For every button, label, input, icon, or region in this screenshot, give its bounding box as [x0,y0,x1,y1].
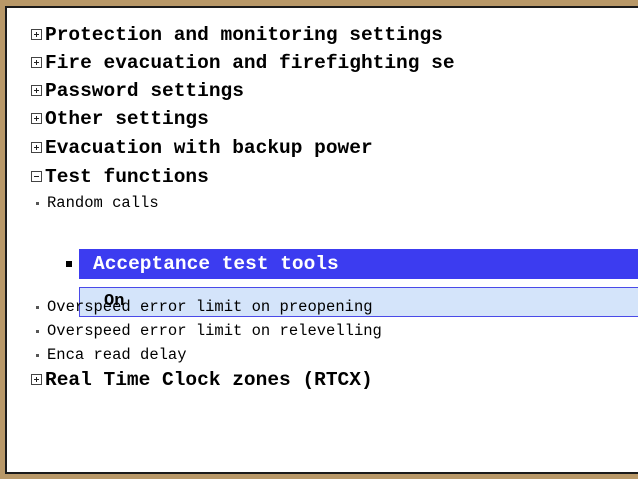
expand-plus-icon[interactable] [31,57,42,68]
tree-group-real-time-clock-zones[interactable]: Real Time Clock zones (RTCX) [7,367,638,393]
expand-plus-icon[interactable] [31,29,42,40]
tree-group-protection-monitoring[interactable]: Protection and monitoring settings [7,22,638,48]
tree-group-label: Test functions [45,166,209,188]
tree-group-label: Fire evacuation and firefighting se [45,52,455,74]
tree-group-evacuation-backup-power[interactable]: Evacuation with backup power [7,135,638,161]
tree-item-label: Overspeed error limit on relevelling [47,322,382,340]
tree-item-overspeed-relevelling[interactable]: Overspeed error limit on relevelling [7,320,638,342]
expand-plus-icon[interactable] [31,374,42,385]
tree-group-fire-evacuation[interactable]: Fire evacuation and firefighting se [7,50,638,76]
bullet-icon [36,354,39,357]
bullet-icon [36,202,39,205]
bullet-icon [36,306,39,309]
tree-group-label: Password settings [45,80,244,102]
selected-item-label: Acceptance test tools [93,253,339,275]
panel-border: Protection and monitoring settings Fire … [5,6,638,474]
tree-group-label: Real Time Clock zones (RTCX) [45,369,373,391]
selected-bullet-icon [66,261,72,267]
tree-item-label: Overspeed error limit on preopening [47,298,373,316]
tree-item-overspeed-preopening[interactable]: Overspeed error limit on preopening [7,296,638,318]
tree-group-test-functions[interactable]: Test functions [7,164,638,190]
tree-item-label: Random calls [47,194,159,212]
settings-tree-panel: Protection and monitoring settings Fire … [0,0,638,479]
tree-group-label: Evacuation with backup power [45,137,373,159]
tree-group-label: Protection and monitoring settings [45,24,443,46]
expand-plus-icon[interactable] [31,113,42,124]
expand-plus-icon[interactable] [31,85,42,96]
collapse-minus-icon[interactable] [31,171,42,182]
bullet-icon [36,330,39,333]
tree-group-other-settings[interactable]: Other settings [7,106,638,132]
tree-group-label: Other settings [45,108,209,130]
tree-item-label: Enca read delay [47,346,187,364]
tree-group-password-settings[interactable]: Password settings [7,78,638,104]
tree-item-random-calls[interactable]: Random calls [7,192,638,214]
tree-item-acceptance-test-tools-selected[interactable]: Acceptance test tools [79,249,638,279]
tree-item-enca-read-delay[interactable]: Enca read delay [7,344,638,366]
expand-plus-icon[interactable] [31,142,42,153]
